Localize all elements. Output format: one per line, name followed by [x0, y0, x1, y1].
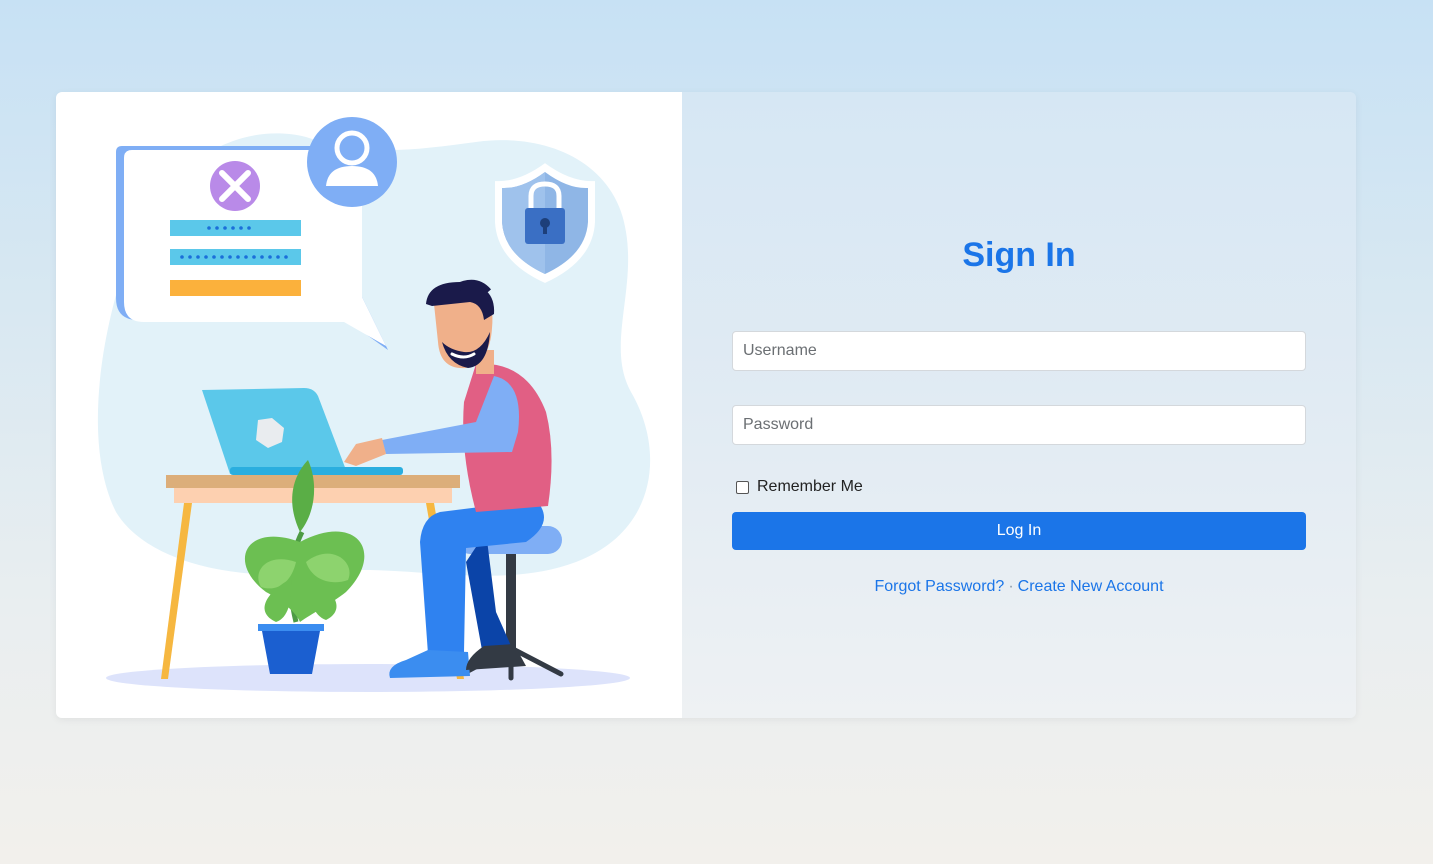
remember-me-label[interactable]: Remember Me	[757, 478, 863, 496]
close-x-icon	[210, 161, 260, 211]
sign-in-title: Sign In	[962, 236, 1076, 274]
login-illustration	[97, 117, 651, 692]
illustration-panel	[56, 92, 682, 718]
remember-me-checkbox[interactable]	[736, 480, 749, 494]
user-avatar-icon	[307, 117, 397, 207]
remember-me-row[interactable]: Remember Me	[736, 477, 863, 497]
password-input[interactable]	[732, 405, 1306, 445]
create-account-link[interactable]: Create New Account	[1018, 578, 1164, 595]
link-separator: ·	[1008, 578, 1014, 595]
username-input[interactable]	[732, 331, 1306, 371]
account-links: Forgot Password? · Create New Account	[682, 578, 1356, 596]
forgot-password-link[interactable]: Forgot Password?	[874, 578, 1004, 595]
log-in-button[interactable]: Log In	[732, 512, 1306, 550]
login-card: Sign In Remember Me Log In Forgot Passwo…	[56, 92, 1356, 718]
sign-in-panel: Sign In Remember Me Log In Forgot Passwo…	[682, 92, 1356, 718]
